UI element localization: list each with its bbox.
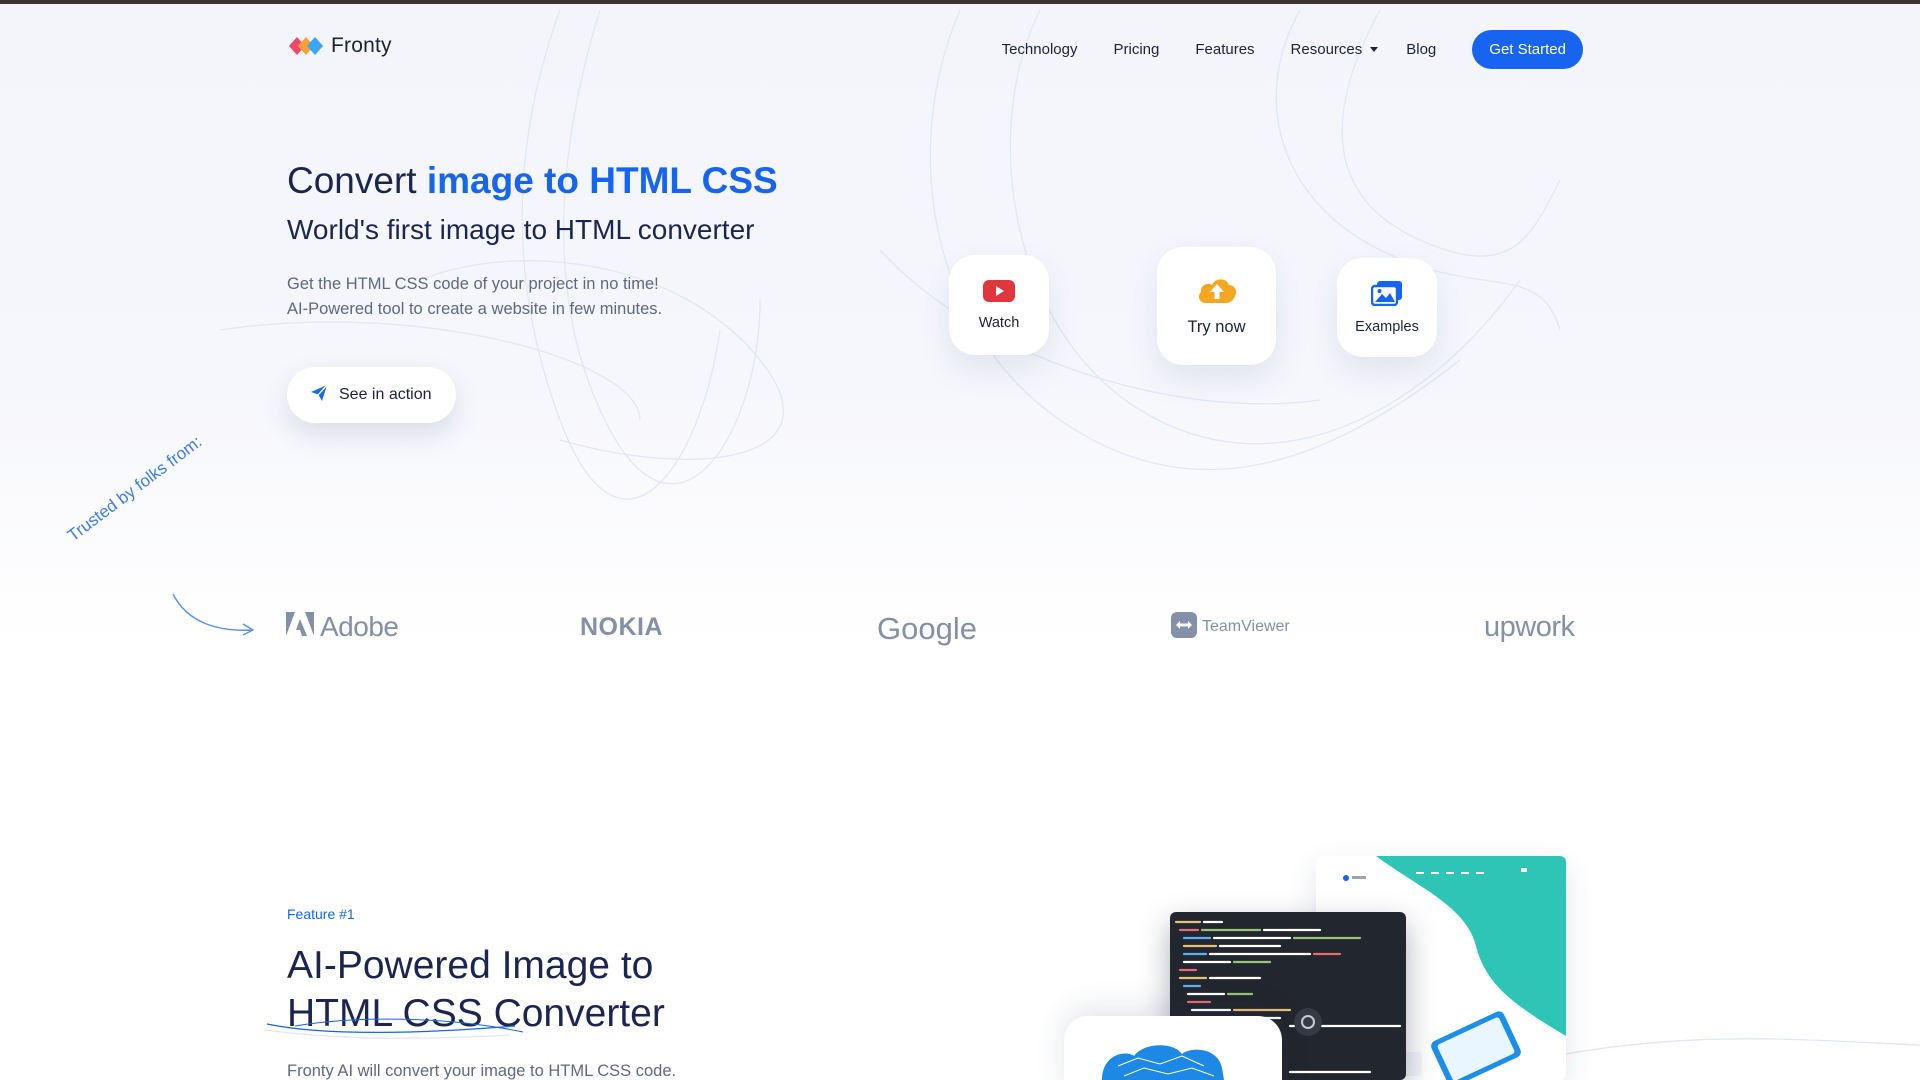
nav-technology[interactable]: Technology xyxy=(1002,41,1078,58)
try-now-card[interactable]: Try now xyxy=(1157,247,1276,365)
nav-resources-label: Resources xyxy=(1290,40,1363,58)
upwork-wordmark: upwork xyxy=(1484,610,1575,643)
try-now-label: Try now xyxy=(1187,318,1246,336)
paper-plane-icon xyxy=(309,383,329,408)
hero-title-prefix: Convert xyxy=(287,160,427,201)
examples-card[interactable]: Examples xyxy=(1337,258,1437,357)
adobe-wordmark: Adobe xyxy=(320,611,399,642)
cloud-upload-icon xyxy=(1196,275,1238,310)
get-started-button[interactable]: Get Started xyxy=(1472,29,1583,69)
hero-description-line2: AI-Powered tool to create a website in f… xyxy=(287,300,663,318)
logo[interactable]: Fronty xyxy=(287,34,392,58)
brand-name: Fronty xyxy=(331,34,392,57)
see-in-action-button[interactable]: See in action xyxy=(287,367,456,423)
nav-resources[interactable]: Resources xyxy=(1291,41,1379,58)
see-in-action-label: See in action xyxy=(339,386,432,403)
brand-nokia: NOKIA xyxy=(580,607,663,647)
underline-swoosh xyxy=(266,1018,524,1034)
watch-card[interactable]: Watch xyxy=(949,255,1049,355)
nav-links: Technology Pricing Features Resources Bl… xyxy=(1002,29,1583,69)
curved-arrow-icon xyxy=(172,593,255,636)
hero-subtitle: World's first image to HTML converter xyxy=(287,214,755,245)
hero-title-accent: image to HTML CSS xyxy=(426,160,778,201)
ai-brain-card xyxy=(1064,1016,1282,1080)
brain-network-icon xyxy=(1102,1045,1224,1080)
adobe-logo-icon xyxy=(286,611,316,643)
youtube-play-icon xyxy=(983,279,1015,307)
chevron-down-icon xyxy=(1370,46,1379,52)
brand-google: Google xyxy=(877,609,977,649)
nokia-wordmark: NOKIA xyxy=(580,612,664,641)
brand-adobe: Adobe xyxy=(286,607,399,647)
nav-pricing[interactable]: Pricing xyxy=(1113,41,1159,58)
google-wordmark: Google xyxy=(877,611,977,646)
fronty-logo-icon xyxy=(287,34,327,58)
hero-title: Convert image to HTML CSS xyxy=(287,160,778,202)
feature-description: Fronty AI will convert your image to HTM… xyxy=(287,1062,677,1080)
brand-upwork: upwork xyxy=(1484,607,1575,647)
feature-tag: Feature #1 xyxy=(287,906,355,922)
examples-label: Examples xyxy=(1355,319,1419,335)
nav-features[interactable]: Features xyxy=(1195,41,1254,58)
brand-teamviewer: TeamViewer xyxy=(1170,607,1290,647)
nav-blog[interactable]: Blog xyxy=(1406,41,1436,58)
hero-description: Get the HTML CSS code of your project in… xyxy=(287,272,662,322)
feature-title-line1: AI-Powered Image to xyxy=(287,944,654,987)
hero-description-line1: Get the HTML CSS code of your project in… xyxy=(287,275,659,293)
teamviewer-wordmark: TeamViewer xyxy=(1202,618,1290,635)
watch-label: Watch xyxy=(978,314,1020,331)
images-icon xyxy=(1370,280,1403,311)
top-navigation: Fronty Technology Pricing Features Resou… xyxy=(287,29,1583,69)
teamviewer-logo-icon xyxy=(1170,611,1198,644)
